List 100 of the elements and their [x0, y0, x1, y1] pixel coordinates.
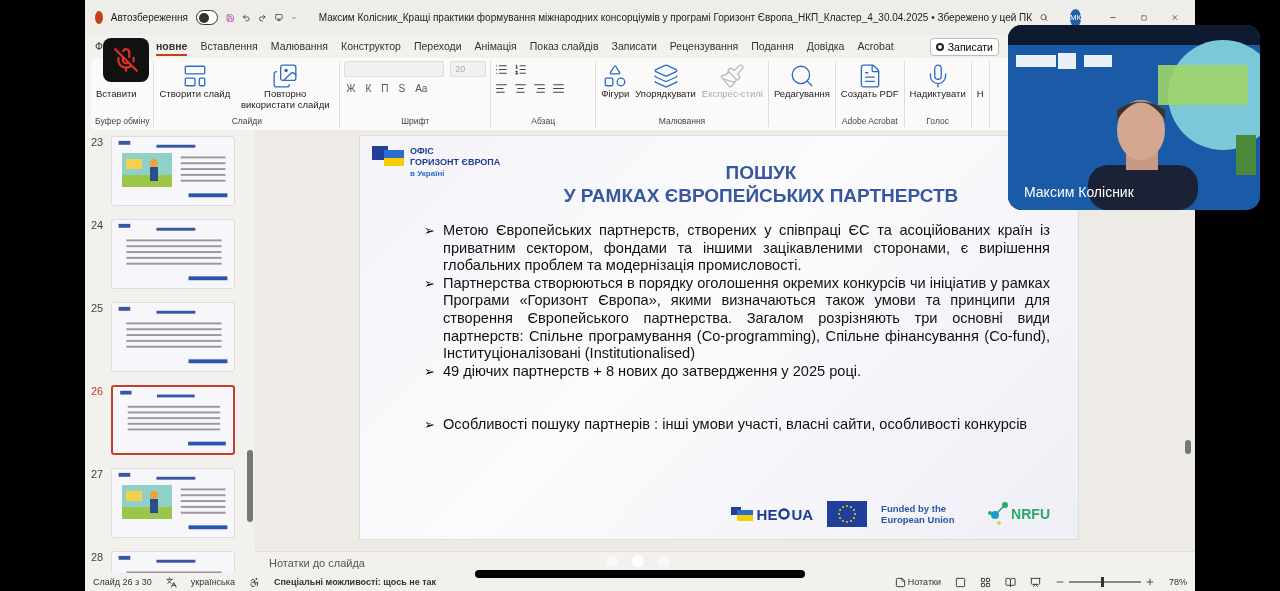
zoom-level[interactable]: 78%: [1169, 577, 1187, 587]
group-label: Слайди: [230, 116, 263, 127]
record-button[interactable]: Записати: [929, 37, 999, 56]
align-center-icon[interactable]: [514, 82, 528, 95]
justify-icon[interactable]: [552, 82, 566, 95]
bullet-text: 49 діючих партнерств + 8 нових до затвердження у 2025 році.: [443, 362, 863, 381]
ribbon-tab[interactable]: Подання: [751, 37, 794, 56]
autosave-toggle[interactable]: [195, 10, 218, 25]
zoom-in-icon[interactable]: [1145, 577, 1155, 587]
ribbon-tab[interactable]: Малювання: [270, 37, 329, 56]
slide-number: 25: [91, 302, 105, 316]
flag-icon: [730, 507, 753, 521]
bullet-text: Особливості пошуку партнерів : інші умови участі, власні сайти, особливості конкурсів: [443, 416, 1029, 434]
images-icon: [272, 63, 299, 89]
format-button[interactable]: S: [396, 83, 408, 94]
language-label[interactable]: українська: [190, 577, 235, 587]
format-button[interactable]: К: [363, 83, 374, 94]
autosave-label: Автозбереження: [110, 12, 188, 23]
slide-number: 27: [91, 468, 105, 482]
bullets-icon[interactable]: [495, 63, 509, 76]
ribbon-tab[interactable]: Записати: [611, 37, 657, 56]
ribbon-button[interactable]: Упорядкувати: [634, 63, 697, 100]
participant-name: Максим Колісник: [1024, 184, 1134, 200]
bullet-text: Партнерства створюються в порядку оголошення окремих конкурсів чи ініціатив у рамках Програми «Горизонт Європа», якими визначаються також умови та принципи для створення Європейського партнерства. Загалом розрізняють три основні види партнерств: Спільне програмування (Co-programming), Спільне фінансування (Co-fund), Інституціоналізовані (Institutionalised): [443, 274, 1050, 363]
logo-text: NRFU: [1011, 506, 1050, 522]
reading-view-icon[interactable]: [1005, 576, 1016, 588]
group-label: Абзац: [530, 116, 557, 127]
group-label: Adobe Acrobat: [840, 116, 899, 127]
group-label: Буфер обміну: [95, 116, 150, 127]
ribbon-tab[interactable]: Acrobat: [857, 37, 894, 56]
bullet-marker: ➢: [424, 362, 435, 381]
user-avatar[interactable]: МК: [1069, 8, 1082, 27]
ribbon-tab[interactable]: Довідка: [806, 37, 845, 56]
molecule-icon: [987, 501, 1010, 527]
align-left-icon[interactable]: [495, 82, 509, 95]
ribbon-button[interactable]: Создать PDF: [839, 63, 900, 100]
ribbon-tab[interactable]: Ф: [95, 37, 103, 56]
logo-text: в Україні: [410, 168, 446, 179]
ribbon-button[interactable]: Вставити: [95, 89, 138, 100]
notes-button[interactable]: Нотатки: [907, 577, 941, 587]
format-button[interactable]: П: [379, 83, 391, 94]
bullet-text: Метою Європейських партнерств, створених у співпраці ЄС та асоційованих країн із приватним сектором, фондами та іншими зацікавленими сторонами, є вирішення глобальних проблем та модернізація промисловості.: [443, 222, 1050, 275]
format-button[interactable]: Ж: [344, 83, 358, 94]
accessibility-status[interactable]: Спеціальні можливості: щось не так: [273, 577, 437, 587]
zoom-thumb[interactable]: [1101, 577, 1105, 587]
group-label: Голос: [925, 116, 950, 127]
notes-placeholder[interactable]: Нотатки до слайда: [269, 556, 365, 569]
slide-number: 26: [91, 385, 105, 399]
scrollbar-thumb[interactable]: [1185, 440, 1191, 454]
slide-counter: Слайд 26 з 30: [93, 577, 152, 587]
align-right-icon[interactable]: [533, 82, 547, 95]
logo-text: UA: [791, 505, 814, 523]
logo-text: HE: [756, 505, 778, 523]
ribbon-button[interactable]: Редагування: [772, 63, 831, 100]
eu-flag-icon: [827, 501, 868, 527]
app-logo-icon: [95, 11, 103, 24]
bullet-marker: ➢: [424, 416, 435, 434]
bullet-marker: ➢: [424, 274, 435, 293]
font-case-button[interactable]: Aa: [413, 83, 430, 94]
ring-icon: [778, 508, 791, 520]
search-icon[interactable]: [1040, 11, 1048, 24]
slideshow-icon[interactable]: [1030, 576, 1041, 588]
proofing-icon[interactable]: [165, 576, 177, 588]
grid-view-icon[interactable]: [980, 576, 991, 588]
notes-icon[interactable]: [894, 576, 906, 588]
ribbon-button[interactable]: Фігури: [600, 63, 631, 100]
presentation-icon[interactable]: [274, 11, 283, 24]
ribbon-button[interactable]: Надиктувати: [908, 63, 967, 100]
slide-number: 23: [91, 136, 105, 150]
numbering-icon[interactable]: [514, 63, 528, 76]
group-label: Шрифт: [400, 116, 431, 127]
slide-number: 28: [91, 551, 105, 565]
paintbrush-icon: [719, 63, 746, 89]
scrollbar-thumb[interactable]: [247, 450, 253, 522]
slide-title: У РАМКАХ ЄВРОПЕЙСЬКИХ ПАРТНЕРСТВ: [563, 184, 959, 208]
ribbon-tab[interactable]: Конструктор: [341, 37, 401, 56]
ribbon-tab[interactable]: Вставлення: [200, 37, 258, 56]
document-title[interactable]: Максим Колісник_Кращі практики формування міжнародних консорціумів у програмі Горизонт Європа_НКП_Кластер_4_30.04.2025 • Збережено у цей ПК: [318, 12, 1033, 23]
slide-number: 24: [91, 219, 105, 233]
ribbon-tab[interactable]: новне: [156, 37, 188, 56]
logo-text: ОФІС: [410, 146, 435, 158]
bullet-marker: ➢: [424, 222, 435, 240]
font-field[interactable]: [344, 61, 445, 77]
normal-view-icon[interactable]: [955, 576, 966, 588]
ribbon-tab[interactable]: Анімація: [474, 37, 517, 56]
group-label: Малювання: [657, 116, 707, 127]
muted-microphone-badge[interactable]: [103, 38, 149, 82]
layers-icon: [652, 63, 679, 89]
ribbon-tab[interactable]: Переходи: [413, 37, 462, 56]
ribbon-button[interactable]: Повторно використати слайди: [235, 63, 336, 111]
ribbon-button[interactable]: Н: [975, 89, 985, 100]
logo-text: ГОРИЗОНТ ЄВРОПА: [410, 157, 501, 169]
ribbon-tab[interactable]: Показ слайдів: [529, 37, 599, 56]
ribbon-button[interactable]: Створити слайд: [158, 63, 232, 100]
ribbon-tab[interactable]: Рецензування: [669, 37, 739, 56]
slide-thumbnail[interactable]: [111, 385, 235, 455]
flag-icon: [372, 146, 404, 166]
funding-text: Funded by the European Union: [881, 502, 956, 526]
accessibility-icon[interactable]: [248, 576, 260, 588]
slide-title: ПОШУК: [725, 160, 797, 185]
